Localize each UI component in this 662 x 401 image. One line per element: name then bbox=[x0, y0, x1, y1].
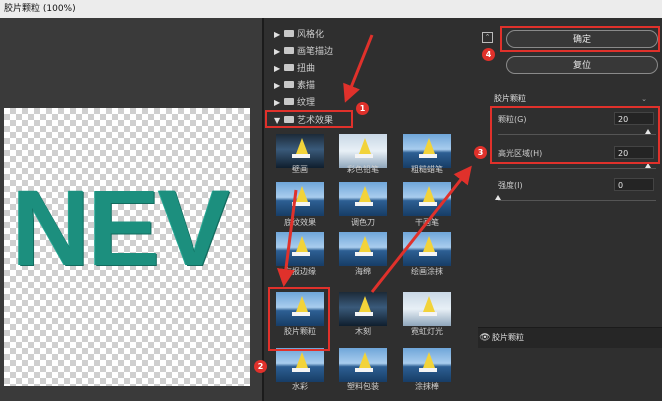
arrow-to-film-grain bbox=[276, 189, 298, 287]
annotation-arrows bbox=[276, 34, 472, 293]
arrow-to-artistic bbox=[343, 34, 374, 103]
arrow-to-params bbox=[370, 165, 472, 293]
